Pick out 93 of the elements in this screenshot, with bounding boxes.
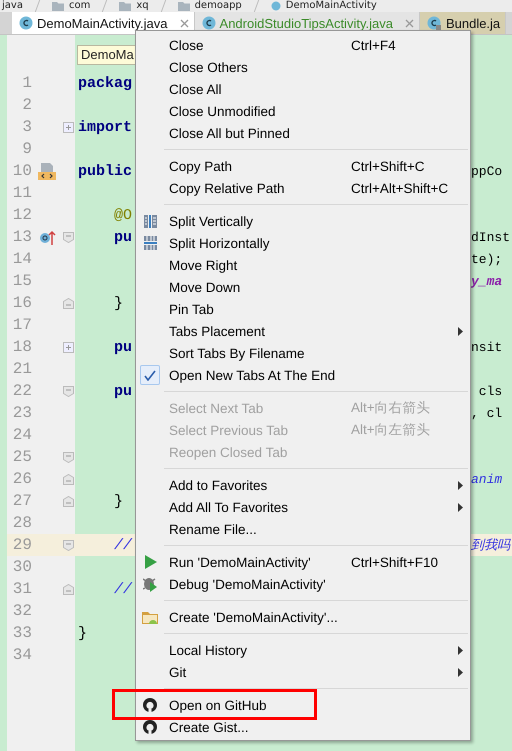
breadcrumb-item[interactable]: com bbox=[68, 0, 90, 12]
line-number: 33 bbox=[12, 624, 32, 642]
code-text: } bbox=[78, 624, 88, 642]
menu-item[interactable]: Add to Favorites bbox=[136, 474, 470, 496]
line-number: 10 bbox=[12, 162, 32, 180]
class-icon bbox=[270, 1, 281, 11]
menu-item[interactable]: Create Gist... bbox=[136, 716, 470, 738]
code-text: } bbox=[113, 294, 124, 312]
line-number: 25 bbox=[12, 448, 32, 466]
menu-item[interactable]: Close Others bbox=[136, 56, 470, 78]
code-text: dInst bbox=[471, 230, 510, 244]
menu-item[interactable]: Close Unmodified bbox=[136, 100, 470, 122]
menu-item[interactable]: Add All To Favorites bbox=[136, 496, 470, 518]
line-number: 34 bbox=[12, 646, 32, 664]
class-icon bbox=[19, 16, 33, 30]
menu-item[interactable]: Git bbox=[136, 661, 470, 683]
breadcrumb-item[interactable]: java bbox=[2, 0, 23, 12]
github-icon bbox=[142, 697, 158, 713]
line-number: 22 bbox=[12, 382, 32, 400]
menu-item[interactable]: Close All but Pinned bbox=[136, 122, 470, 144]
menu-item[interactable]: Create 'DemoMainActivity'... bbox=[136, 606, 470, 628]
split-horizontal-icon bbox=[144, 236, 156, 250]
code-text: // bbox=[113, 536, 132, 554]
menu-item[interactable]: Close All bbox=[136, 78, 470, 100]
line-number: 18 bbox=[12, 338, 32, 356]
menu-item[interactable]: Copy Relative Path Ctrl+Alt+Shift+C bbox=[136, 177, 470, 199]
line-number: 28 bbox=[12, 514, 32, 532]
line-number: 2 bbox=[21, 96, 32, 114]
editor-tab[interactable]: DemoMainActivity.java bbox=[12, 12, 195, 34]
line-number: 14 bbox=[12, 250, 32, 268]
menu-item[interactable]: Debug 'DemoMainActivity' bbox=[136, 573, 470, 595]
line-number: 23 bbox=[12, 404, 32, 422]
menu-item[interactable]: Rename File... bbox=[136, 518, 470, 540]
line-number: 17 bbox=[12, 316, 32, 334]
github-icon bbox=[142, 719, 158, 735]
code-text: public bbox=[78, 162, 132, 180]
line-number: 3 bbox=[21, 118, 32, 136]
line-number: 11 bbox=[12, 184, 32, 202]
line-number: 26 bbox=[12, 470, 32, 488]
line-number: 31 bbox=[12, 580, 32, 598]
code-text: ppCo bbox=[471, 164, 502, 178]
breadcrumb-item[interactable]: DemoMainActivity bbox=[286, 0, 377, 12]
menu-item[interactable]: Sort Tabs By Filename bbox=[136, 342, 470, 364]
code-text: cls bbox=[478, 384, 502, 398]
menu-item[interactable]: Close Ctrl+F4 bbox=[136, 34, 470, 56]
locked-class-icon bbox=[426, 16, 442, 30]
breadcrumb-item[interactable]: demoapp bbox=[194, 0, 242, 12]
line-number: 12 bbox=[12, 206, 32, 224]
code-text: anim bbox=[471, 472, 502, 486]
code-text: , cl bbox=[471, 406, 502, 420]
close-icon[interactable] bbox=[404, 18, 414, 28]
code-text: // bbox=[113, 580, 132, 598]
code-text: nsit bbox=[471, 340, 502, 354]
debug-icon bbox=[143, 576, 157, 592]
line-number: 32 bbox=[12, 602, 32, 620]
menu-item[interactable]: Move Down bbox=[136, 276, 470, 298]
menu-item[interactable]: Split Vertically bbox=[136, 210, 470, 232]
line-number: 24 bbox=[12, 426, 32, 444]
code-text: te); bbox=[471, 252, 502, 266]
line-number: 29 bbox=[12, 536, 32, 554]
line-number: 13 bbox=[12, 228, 32, 246]
code-text: } bbox=[113, 492, 124, 510]
code-text: @O bbox=[113, 206, 132, 224]
code-text: 到我吗 bbox=[471, 538, 510, 553]
breadcrumb-item[interactable]: xq bbox=[136, 0, 149, 12]
tooltip: DemoMa bbox=[77, 45, 138, 65]
code-text: packag bbox=[78, 74, 132, 92]
folder-android-icon bbox=[142, 610, 158, 624]
code-text: pu bbox=[113, 382, 132, 400]
menu-item[interactable]: Copy Path Ctrl+Shift+C bbox=[136, 155, 470, 177]
code-text: pu bbox=[113, 338, 132, 356]
menu-item[interactable]: Local History bbox=[136, 639, 470, 661]
menu-item[interactable]: Open on GitHub bbox=[136, 694, 470, 716]
menu-item[interactable]: Pin Tab bbox=[136, 298, 470, 320]
code-text: import bbox=[78, 118, 132, 136]
line-number: 30 bbox=[12, 558, 32, 576]
line-number: 16 bbox=[12, 294, 32, 312]
line-number: 1 bbox=[21, 74, 32, 92]
code-text: pu bbox=[113, 228, 132, 246]
menu-item[interactable]: Split Horizontally bbox=[136, 232, 470, 254]
menu-item[interactable]: Move Right bbox=[136, 254, 470, 276]
line-number: 27 bbox=[12, 492, 32, 510]
line-number: 15 bbox=[12, 272, 32, 290]
code-text: y_ma bbox=[471, 274, 502, 288]
run-icon bbox=[144, 555, 156, 569]
menu-item[interactable]: Tabs Placement bbox=[136, 320, 470, 342]
menu-item[interactable]: Open New Tabs At The End bbox=[136, 364, 470, 386]
line-number: 21 bbox=[12, 360, 32, 378]
line-number: 9 bbox=[21, 140, 32, 158]
class-icon bbox=[202, 16, 216, 30]
menu-item[interactable]: Run 'DemoMainActivity' Ctrl+Shift+F10 bbox=[136, 551, 470, 573]
split-vertical-icon bbox=[144, 214, 156, 228]
close-icon[interactable] bbox=[180, 18, 189, 28]
